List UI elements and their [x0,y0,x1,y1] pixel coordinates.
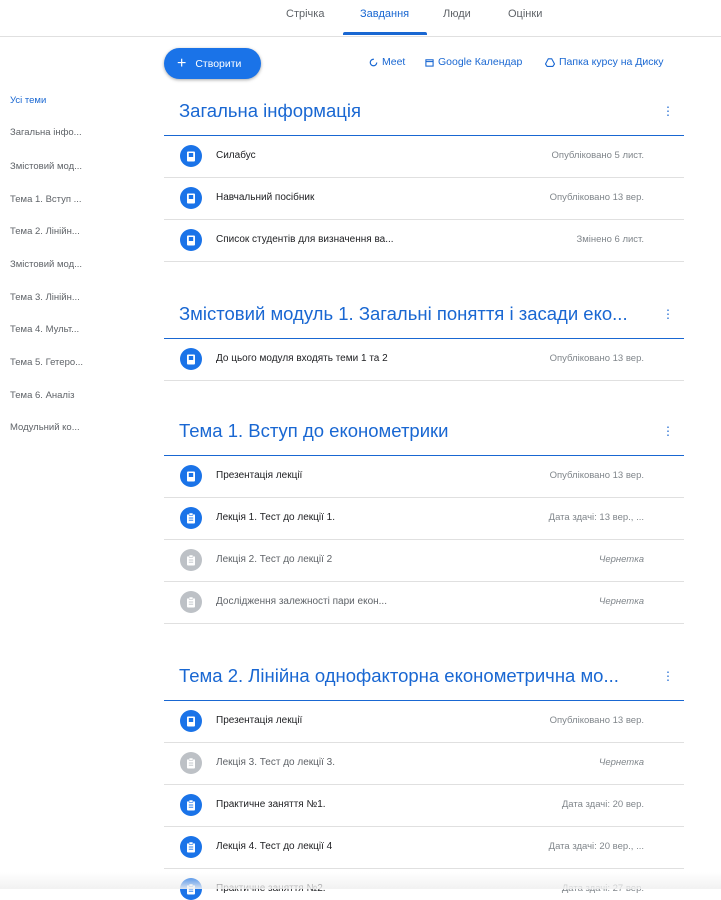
tab-grades[interactable]: Оцінки [508,8,542,20]
list-item[interactable]: Дослідження залежності пари екон... Черн… [164,582,684,624]
assignment-icon [180,549,202,571]
item-title: Презентація лекції [216,715,303,726]
list-item[interactable]: Лекція 3. Тест до лекції 3. Чернетка [164,743,684,785]
item-title: Дослідження залежності пари екон... [216,596,387,607]
more-vert-icon[interactable]: ⋮ [662,307,674,321]
material-icon [180,710,202,732]
section-title: Загальна інформація [179,100,362,121]
drive-folder-link[interactable]: Папка курсу на Диску [545,56,664,68]
item-title: Навчальний посібник [216,192,315,203]
item-title: Презентація лекції [216,470,303,481]
item-status: Опубліковано 5 лист. [551,150,644,161]
more-vert-icon[interactable]: ⋮ [662,104,674,118]
item-status: Чернетка [598,757,644,768]
calendar-link[interactable]: Google Календар [425,56,522,68]
drive-folder-link-label: Папка курсу на Диску [559,56,664,68]
assignment-icon [180,836,202,858]
list-item[interactable]: Навчальний посібник Опубліковано 13 вер. [164,178,684,220]
item-status: Опубліковано 13 вер. [549,353,644,364]
list-item[interactable]: Список студентів для визначення ва... Зм… [164,220,684,262]
list-item[interactable]: Презентація лекції Опубліковано 13 вер. [164,701,684,743]
meet-link-label: Meet [382,56,406,68]
plus-icon: + [177,54,187,72]
section-title: Тема 2. Лінійна однофакторна економетрич… [179,665,619,686]
item-status: Чернетка [598,596,644,607]
item-status: Дата здачі: 20 вер., ... [548,841,644,852]
top-nav: Стрічка Завдання Люди Оцінки [0,0,721,37]
item-status: Опубліковано 13 вер. [549,470,644,481]
list-item[interactable]: Лекція 4. Тест до лекції 4 Дата здачі: 2… [164,827,684,869]
sidebar-item[interactable]: Тема 3. Лінійн... [10,292,80,303]
item-status: Опубліковано 13 вер. [549,192,644,203]
material-icon [180,187,202,209]
create-button[interactable]: + Створити [164,48,261,79]
item-title: До цього модуля входять теми 1 та 2 [216,353,388,364]
item-status: Чернетка [598,554,644,565]
tab-stream[interactable]: Стрічка [286,8,324,20]
item-title: Лекція 3. Тест до лекції 3. [216,757,336,768]
tab-people[interactable]: Люди [443,8,471,20]
material-icon [180,465,202,487]
assignment-icon [180,507,202,529]
sidebar-item[interactable]: Тема 2. Лінійн... [10,226,80,237]
list-item[interactable]: Лекція 2. Тест до лекції 2 Чернетка [164,540,684,582]
item-status: Опубліковано 13 вер. [549,715,644,726]
sidebar-item[interactable]: Загальна інфо... [10,127,82,138]
item-status: Змінено 6 лист. [576,234,644,245]
create-button-label: Створити [195,57,242,70]
sidebar-item[interactable]: Тема 6. Аналіз [10,390,74,401]
more-vert-icon[interactable]: ⋮ [662,669,674,683]
item-status: Дата здачі: 20 вер. [561,799,644,810]
list-item[interactable]: До цього модуля входять теми 1 та 2 Опуб… [164,339,684,381]
meet-link[interactable]: Meet [369,56,405,68]
item-title: Лекція 1. Тест до лекції 1. [216,512,336,523]
item-title: Практичне заняття №1. [216,799,326,810]
item-title: Лекція 4. Тест до лекції 4 [216,841,333,852]
meet-icon [369,58,378,67]
tab-classwork[interactable]: Завдання [360,8,409,20]
scroll-fade [0,872,721,889]
sidebar-item[interactable]: Модульний ко... [10,422,80,433]
material-icon [180,229,202,251]
sidebar-item[interactable]: Тема 5. Гетеро... [10,357,83,368]
calendar-link-label: Google Календар [438,56,523,68]
material-icon [180,348,202,370]
sidebar-item[interactable]: Тема 1. Вступ ... [10,194,82,205]
item-title: Лекція 2. Тест до лекції 2 [216,554,333,565]
sidebar-item[interactable]: Тема 4. Мульт... [10,324,79,335]
item-status: Дата здачі: 13 вер., ... [548,512,644,523]
drive-icon [545,57,555,67]
list-item[interactable]: Силабус Опубліковано 5 лист. [164,136,684,178]
sidebar-item-all-topics[interactable]: Усі теми [10,95,46,106]
assignment-icon [180,591,202,613]
sidebar-item[interactable]: Змістовий мод... [10,259,82,270]
section-title: Тема 1. Вступ до економетрики [179,420,449,441]
calendar-icon [425,58,434,67]
material-icon [180,145,202,167]
assignment-icon [180,794,202,816]
sidebar-item[interactable]: Змістовий мод... [10,161,82,172]
item-title: Силабус [216,150,256,161]
more-vert-icon[interactable]: ⋮ [662,424,674,438]
list-item[interactable]: Лекція 1. Тест до лекції 1. Дата здачі: … [164,498,684,540]
active-tab-indicator [343,32,427,35]
assignment-icon [180,752,202,774]
list-item[interactable]: Практичне заняття №1. Дата здачі: 20 вер… [164,785,684,827]
list-item[interactable]: Презентація лекції Опубліковано 13 вер. [164,456,684,498]
section-title: Змістовий модуль 1. Загальні поняття і з… [179,303,628,324]
item-title: Список студентів для визначення ва... [216,234,394,245]
